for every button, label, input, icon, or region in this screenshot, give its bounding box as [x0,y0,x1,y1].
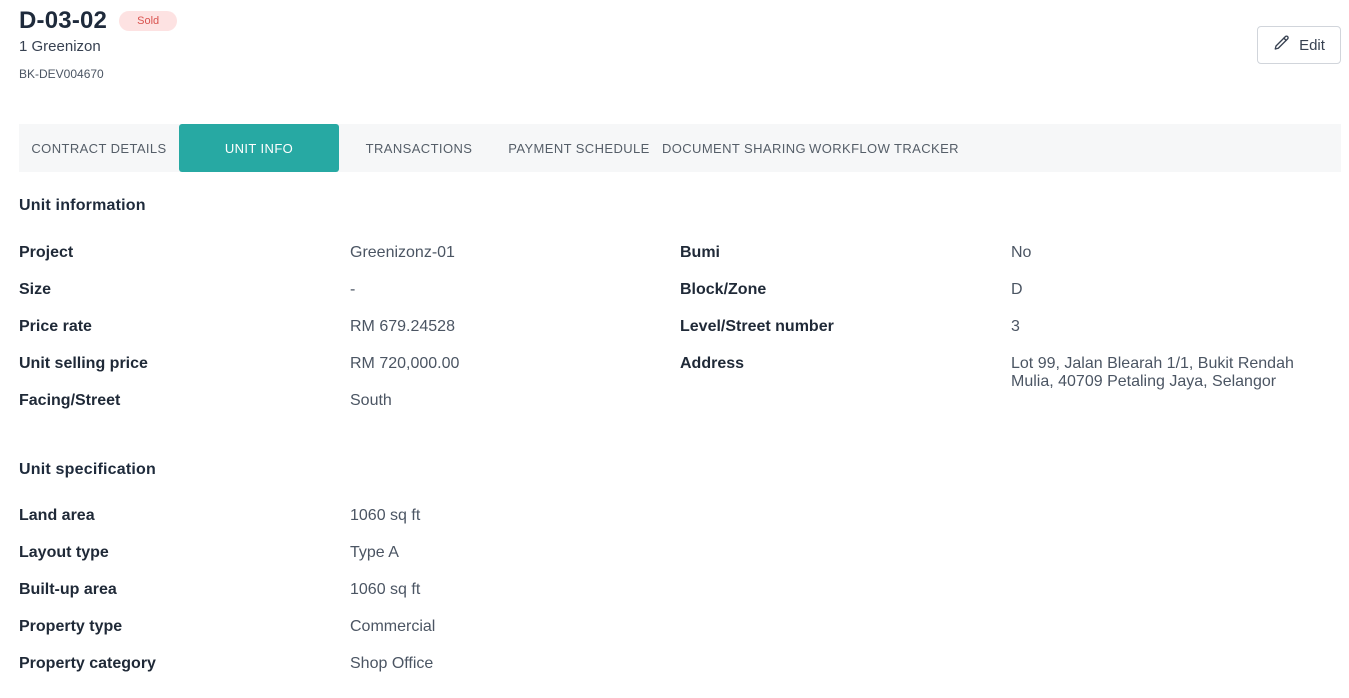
layout-type-value: Type A [350,544,399,561]
size-value: - [350,281,356,298]
page-title: D-03-02 [19,7,108,34]
block-zone-label: Block/Zone [680,281,767,298]
title-row: D-03-02 Sold [19,6,178,36]
unit-specification-heading: Unit specification [19,461,156,478]
reference-code: BK-DEV004670 [19,67,104,81]
level-street-number-label: Level/Street number [680,318,834,335]
price-rate-value: RM 679.24528 [350,318,455,335]
unit-selling-price-label: Unit selling price [19,355,148,372]
layout-type-label: Layout type [19,544,109,561]
project-subtitle: 1 Greenizon [19,38,101,55]
bumi-label: Bumi [680,244,720,261]
edit-button-label: Edit [1299,36,1325,54]
land-area-label: Land area [19,507,95,524]
facing-street-label: Facing/Street [19,392,121,409]
pencil-icon [1273,34,1291,56]
tab-unit-info[interactable]: UNIT INFO [179,124,339,172]
page-header: D-03-02 Sold 1 Greenizon BK-DEV004670 [19,6,178,81]
property-category-label: Property category [19,655,156,672]
edit-button[interactable]: Edit [1257,26,1341,64]
tab-transactions[interactable]: TRANSACTIONS [339,124,499,172]
project-value: Greenizonz-01 [350,244,455,261]
built-up-area-value: 1060 sq ft [350,581,421,598]
property-type-value: Commercial [350,618,436,635]
tab-workflow-tracker[interactable]: WORKFLOW TRACKER [809,124,959,172]
unit-selling-price-value: RM 720,000.00 [350,355,460,372]
built-up-area-label: Built-up area [19,581,117,598]
property-category-value: Shop Office [350,655,434,672]
bumi-value: No [1011,244,1032,261]
tab-payment-schedule[interactable]: PAYMENT SCHEDULE [499,124,659,172]
status-badge: Sold [119,11,178,31]
tab-bar: CONTRACT DETAILS UNIT INFO TRANSACTIONS … [19,124,1341,172]
land-area-value: 1060 sq ft [350,507,421,524]
facing-street-value: South [350,392,392,409]
property-type-label: Property type [19,618,123,635]
address-label: Address [680,355,745,372]
address-value: Lot 99, Jalan Blearah 1/1, Bukit Rendah … [1011,355,1294,390]
price-rate-label: Price rate [19,318,92,335]
tab-document-sharing[interactable]: DOCUMENT SHARING [659,124,809,172]
project-label: Project [19,244,74,261]
level-street-number-value: 3 [1011,318,1020,335]
tab-contract-details[interactable]: CONTRACT DETAILS [19,124,179,172]
size-label: Size [19,281,52,298]
block-zone-value: D [1011,281,1023,298]
unit-information-heading: Unit information [19,197,146,214]
